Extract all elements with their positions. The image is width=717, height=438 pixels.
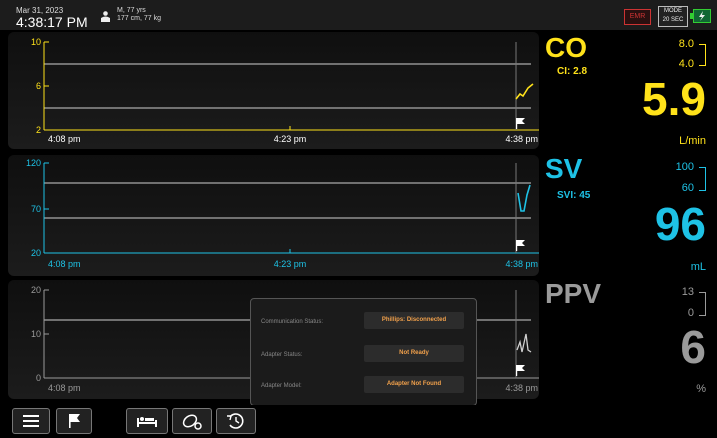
battery-icon [690, 9, 711, 23]
svi-readout: SVI: 45 [557, 190, 591, 201]
status-bar: Mar 31, 2023 4:38:17 PM M, 77 yrs 177 cm… [0, 0, 717, 30]
co-label: CO [545, 32, 587, 63]
adapter-status-label: Adapter Status: [261, 352, 303, 358]
patient-icon[interactable] [101, 11, 110, 22]
ci-readout: CI: 2.8 [557, 66, 588, 77]
co-trend-chart: 10 6 2 4:08 pm 4:23 pm 4:38 pm [31, 37, 539, 144]
bottom-toolbar [0, 405, 717, 434]
y-tick: 6 [36, 81, 41, 91]
y-tick: 120 [26, 158, 41, 168]
sv-alarm-bracket [699, 167, 706, 191]
emr-button[interactable]: EMR [624, 9, 651, 25]
x-tick: 4:08 pm [48, 383, 81, 393]
co-alarm-low[interactable]: 4.0 [679, 58, 694, 70]
event-flag-icon [516, 365, 525, 376]
co-unit: L/min [679, 135, 706, 147]
sv-trend-chart: 120 70 20 4:08 pm 4:23 pm 4:38 pm [26, 158, 539, 269]
zero-sensor-button[interactable] [172, 408, 212, 434]
x-tick: 4:38 pm [505, 259, 538, 269]
flag-icon [69, 414, 80, 428]
sv-alarm-low[interactable]: 60 [682, 182, 694, 194]
x-tick: 4:38 pm [505, 383, 538, 393]
y-tick: 20 [31, 285, 41, 295]
patient-demographics: M, 77 yrs [117, 7, 146, 14]
sv-value: 96 [654, 198, 706, 250]
history-icon [227, 413, 244, 429]
co-trend-panel[interactable]: 10 6 2 4:08 pm 4:23 pm 4:38 pm [8, 32, 539, 149]
mode-button[interactable]: MODE 20 SEC [658, 6, 688, 27]
adapter-model-label: Adapter Model: [261, 383, 302, 389]
ppv-unit: % [696, 383, 706, 395]
ppv-alarm-high[interactable]: 13 [682, 286, 694, 298]
communication-status-value: Phillips: Disconnected [364, 312, 464, 329]
ppv-alarm-low[interactable]: 0 [688, 307, 694, 319]
hamburger-icon [23, 415, 39, 427]
ppv-parameter-tile[interactable]: PPV 13 0 6 % [541, 278, 716, 399]
connection-status-popup: Communication Status: Phillips: Disconne… [250, 298, 477, 406]
ppv-label: PPV [545, 278, 602, 309]
history-button[interactable] [216, 408, 256, 434]
event-flag-icon [516, 118, 525, 129]
x-tick: 4:38 pm [505, 134, 538, 144]
sv-parameter-tile[interactable]: SV SVI: 45 100 60 96 mL [541, 153, 716, 276]
y-tick: 10 [31, 329, 41, 339]
event-flag-button[interactable] [56, 408, 92, 434]
patient-info[interactable]: M, 77 yrs 177 cm, 77 kg [117, 7, 161, 23]
x-tick: 4:08 pm [48, 259, 81, 269]
ppv-value: 6 [680, 321, 706, 373]
adapter-model-value: Adapter Not Found [364, 376, 464, 393]
sv-label: SV [545, 153, 583, 184]
y-tick: 20 [31, 248, 41, 258]
ppv-alarm-bracket [699, 292, 706, 316]
co-alarm-bracket [699, 44, 706, 66]
sv-unit: mL [690, 261, 706, 273]
co-value: 5.9 [642, 73, 706, 125]
y-tick: 70 [31, 204, 41, 214]
x-tick: 4:23 pm [274, 134, 307, 144]
menu-button[interactable] [12, 408, 50, 434]
patient-size: 177 cm, 77 kg [117, 15, 161, 22]
y-tick: 0 [36, 373, 41, 383]
clock: 4:38:17 PM [16, 14, 88, 30]
sensor-icon [182, 414, 202, 430]
y-tick: 10 [31, 37, 41, 47]
x-tick: 4:08 pm [48, 134, 81, 144]
bed-icon [137, 417, 157, 427]
mode-label: MODE [664, 8, 682, 14]
communication-status-label: Communication Status: [261, 319, 324, 325]
x-tick: 4:23 pm [274, 259, 307, 269]
co-alarm-high[interactable]: 8.0 [679, 38, 694, 50]
adapter-status-value: Not Ready [364, 345, 464, 362]
sv-alarm-high[interactable]: 100 [676, 161, 694, 173]
y-tick: 2 [36, 125, 41, 135]
patient-position-button[interactable] [126, 408, 168, 434]
co-parameter-tile[interactable]: CO CI: 2.8 8.0 4.0 5.9 L/min [541, 32, 716, 149]
event-flag-icon [516, 240, 525, 251]
mode-value: 20 SEC [662, 17, 684, 23]
sv-trend-panel[interactable]: 120 70 20 4:08 pm 4:23 pm 4:38 pm [8, 155, 539, 276]
